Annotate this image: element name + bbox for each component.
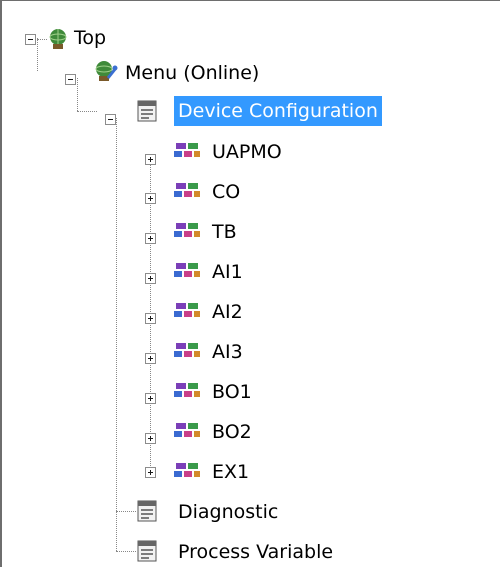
tree-item-process-variable[interactable]: Process Variable (178, 537, 333, 567)
expand-toggle[interactable] (145, 313, 156, 324)
tree-item-ai2[interactable]: AI2 (212, 297, 243, 327)
expand-toggle[interactable] (145, 393, 156, 404)
tree-item-ai3[interactable]: AI3 (212, 337, 243, 367)
tree-item-device-configuration[interactable]: Device Configuration (174, 96, 382, 126)
block-icon (174, 223, 200, 237)
menu-page-icon (137, 500, 157, 522)
tree-item-ex1[interactable]: EX1 (212, 457, 249, 487)
expand-toggle[interactable] (145, 273, 156, 284)
block-icon (174, 423, 200, 437)
connector-line (116, 118, 117, 551)
device-globe-icon (49, 29, 67, 49)
connector-line (37, 38, 38, 71)
connector-line (77, 111, 97, 112)
collapse-toggle[interactable] (105, 114, 116, 125)
expand-toggle[interactable] (145, 353, 156, 364)
device-wrench-icon (95, 61, 118, 81)
tree-item-ai1[interactable]: AI1 (212, 257, 243, 287)
expand-toggle[interactable] (145, 467, 156, 478)
expand-toggle[interactable] (145, 433, 156, 444)
block-icon (174, 343, 200, 357)
block-icon (174, 383, 200, 397)
block-icon (174, 143, 200, 157)
block-icon (174, 463, 200, 477)
tree-item-uapmo[interactable]: UAPMO (212, 137, 282, 167)
block-icon (174, 303, 200, 317)
connector-line (37, 39, 47, 40)
connector-line (116, 511, 136, 512)
menu-page-icon (137, 100, 157, 122)
tree-item-tb[interactable]: TB (212, 217, 237, 247)
tree-item-menu-online[interactable]: Menu (Online) (125, 58, 259, 88)
connector-line (77, 78, 78, 111)
expand-toggle[interactable] (145, 154, 156, 165)
block-icon (174, 263, 200, 277)
tree-item-bo1[interactable]: BO1 (212, 377, 252, 407)
menu-page-icon (137, 540, 157, 562)
tree-view[interactable]: Top Menu (Online) Device Configuration U… (0, 0, 500, 567)
connector-line (116, 551, 136, 552)
expand-toggle[interactable] (145, 193, 156, 204)
tree-item-diagnostic[interactable]: Diagnostic (178, 497, 278, 527)
tree-item-top[interactable]: Top (74, 23, 106, 53)
block-icon (174, 183, 200, 197)
tree-item-bo2[interactable]: BO2 (212, 417, 252, 447)
expand-toggle[interactable] (145, 233, 156, 244)
collapse-toggle[interactable] (25, 34, 36, 45)
tree-item-co[interactable]: CO (212, 177, 240, 207)
collapse-toggle[interactable] (65, 74, 76, 85)
